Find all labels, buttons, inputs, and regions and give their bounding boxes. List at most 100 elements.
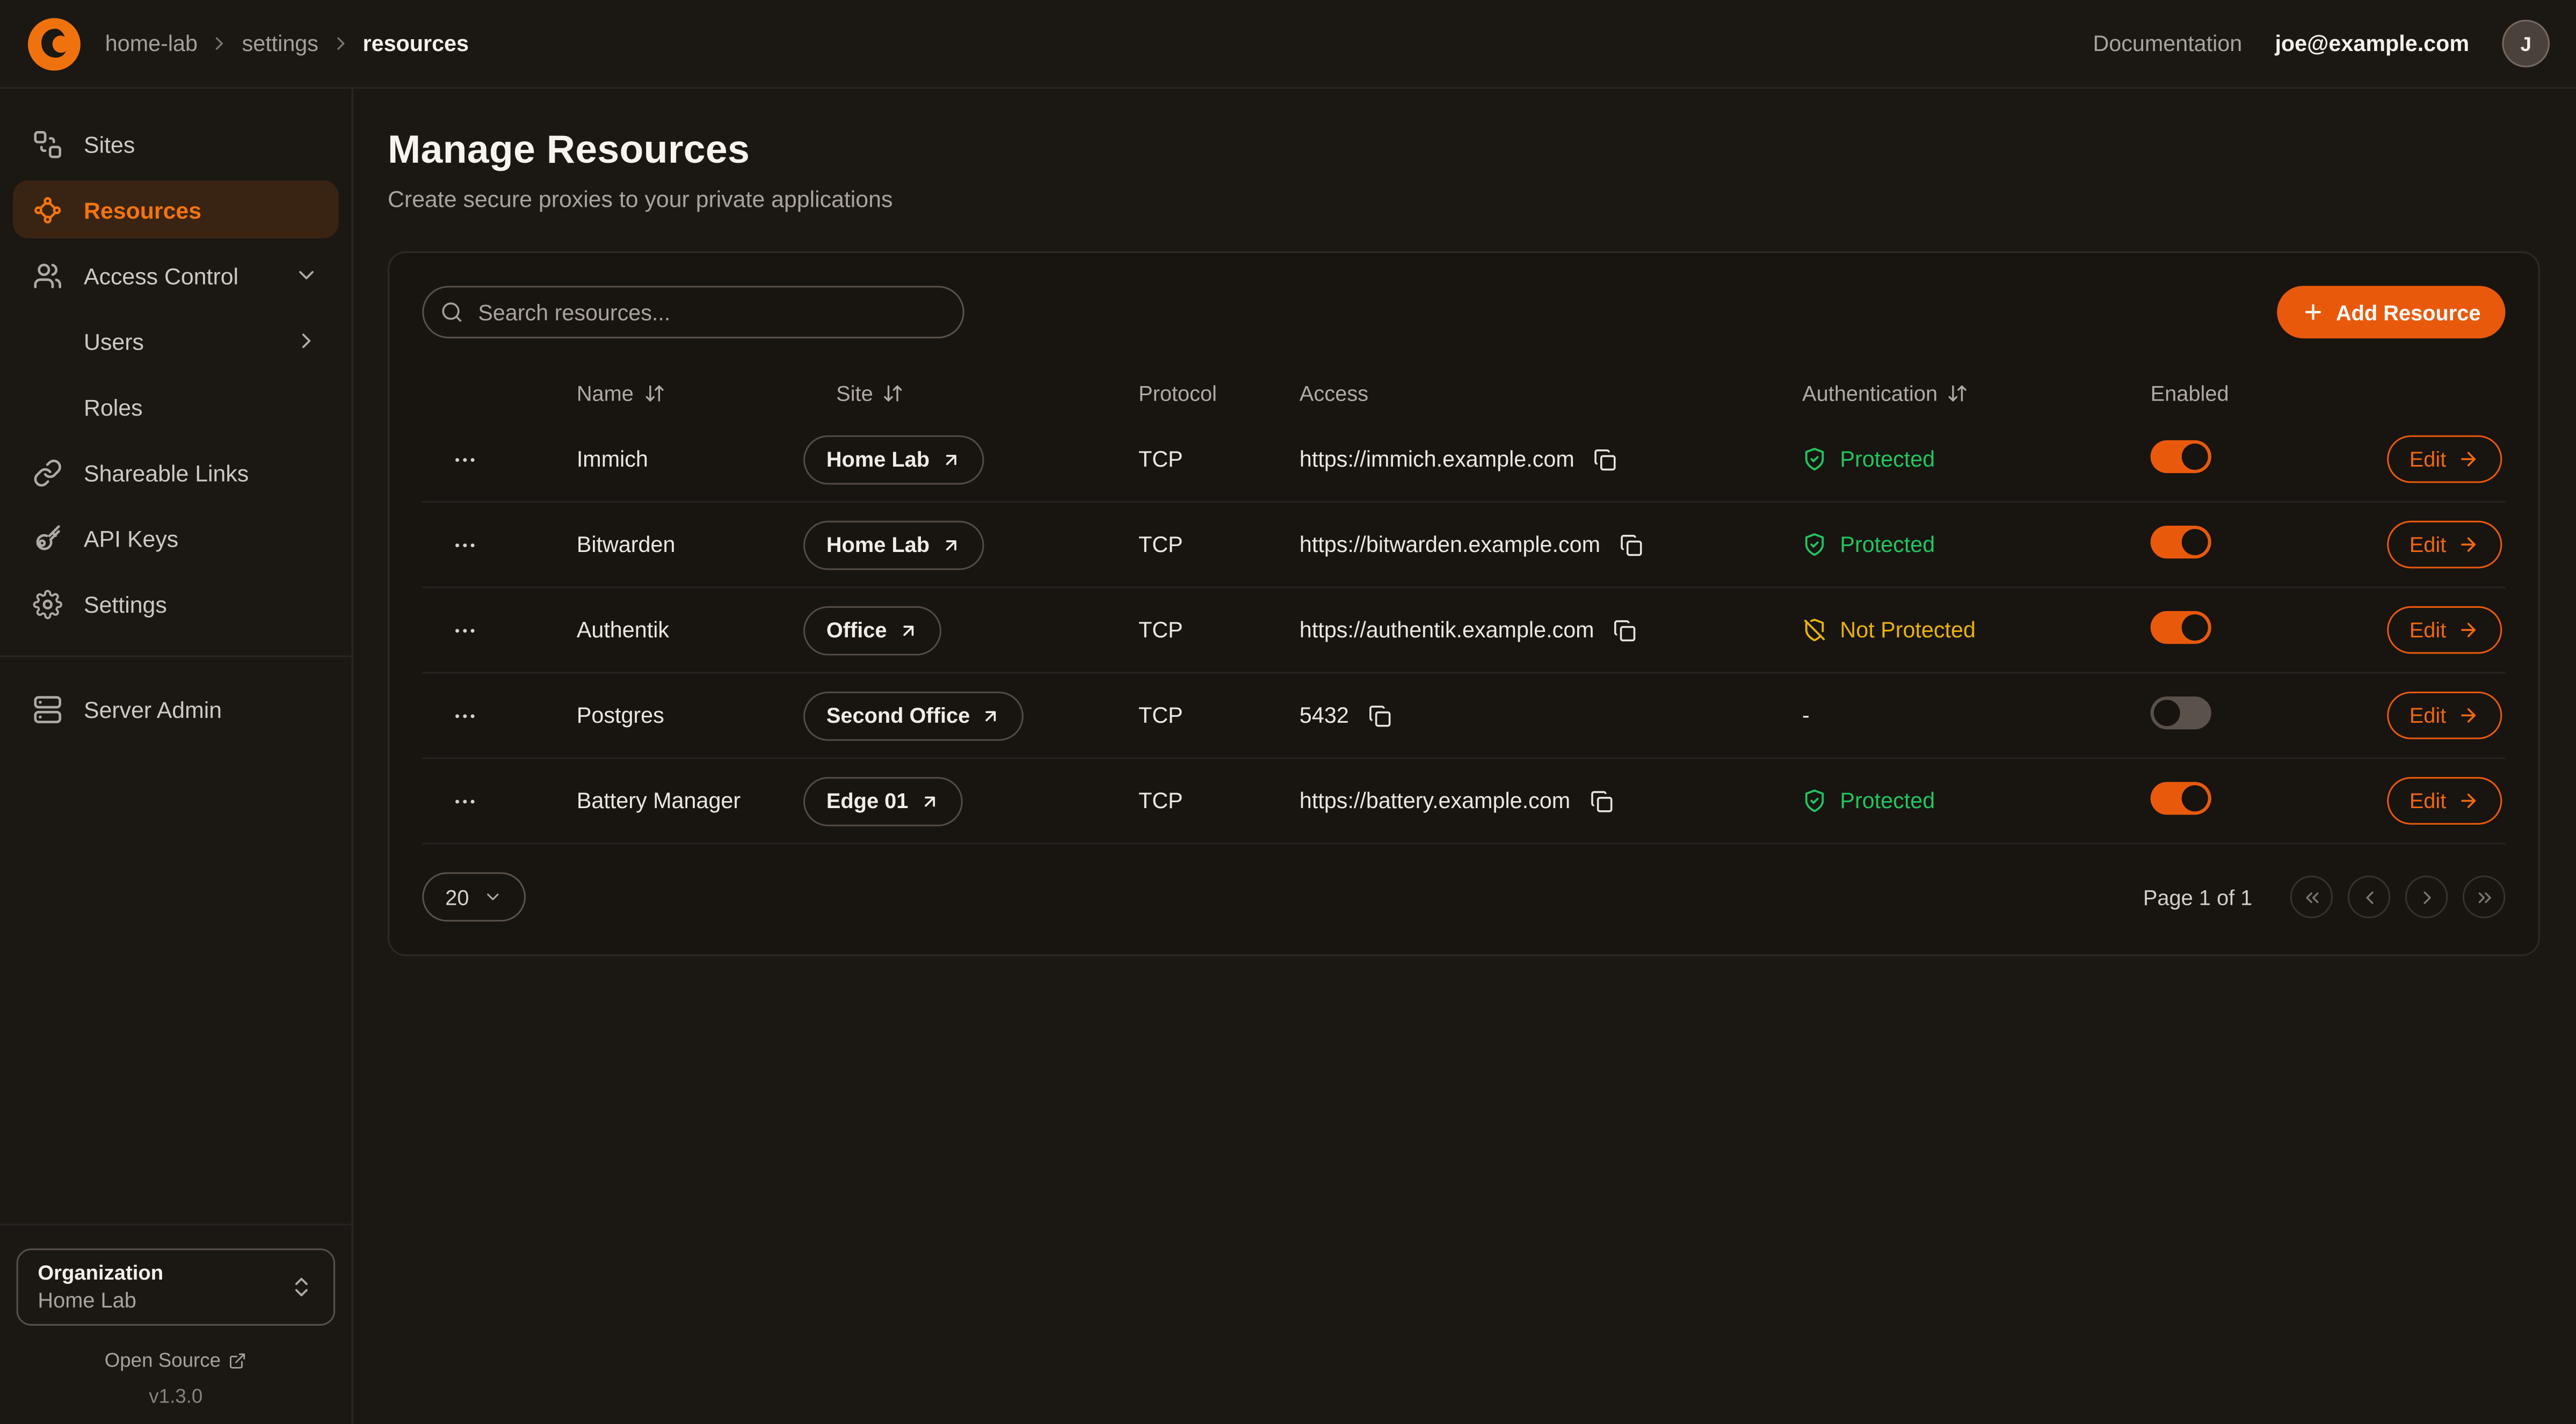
- sidebar-item-roles[interactable]: Roles: [13, 378, 338, 435]
- auth-status-label: Not Protected: [1840, 617, 1976, 642]
- chevron-right-icon: [294, 329, 319, 353]
- main-content: Manage Resources Create secure proxies t…: [353, 89, 2576, 1424]
- edit-label: Edit: [2410, 788, 2447, 813]
- edit-label: Edit: [2410, 617, 2447, 642]
- breadcrumb-settings[interactable]: settings: [242, 31, 318, 56]
- user-email[interactable]: joe@example.com: [2275, 31, 2469, 56]
- sidebar-item-users[interactable]: Users: [13, 312, 338, 369]
- column-label: Site: [836, 380, 873, 405]
- site-name: Edge 01: [826, 788, 909, 813]
- link-icon: [33, 457, 62, 487]
- copy-button[interactable]: [1587, 786, 1616, 816]
- site-link[interactable]: Second Office: [803, 691, 1024, 740]
- page-info: Page 1 of 1: [2143, 884, 2252, 909]
- search-icon: [440, 301, 463, 324]
- sidebar-item-settings[interactable]: Settings: [13, 575, 338, 633]
- edit-button[interactable]: Edit: [2386, 435, 2502, 483]
- resource-protocol: TCP: [1138, 447, 1300, 471]
- resource-access: https://immich.example.com: [1300, 447, 1574, 471]
- auth-status: Protected: [1802, 532, 2151, 557]
- site-link[interactable]: Home Lab: [803, 520, 984, 569]
- table-row: Authentik Office TCP https://authentik.e…: [422, 588, 2505, 673]
- page-title: Manage Resources: [388, 128, 2540, 175]
- sidebar-footer: Organization Home Lab Open Source v1.3.0: [0, 1224, 352, 1408]
- sidebar-item-api-keys[interactable]: API Keys: [13, 509, 338, 566]
- edit-button[interactable]: Edit: [2386, 521, 2502, 569]
- breadcrumb-org[interactable]: home-lab: [105, 31, 198, 56]
- shield-check-icon: [1802, 532, 1827, 557]
- auth-status: Protected: [1802, 788, 2151, 813]
- resource-name: Authentik: [577, 617, 803, 642]
- sidebar-item-shareable-links[interactable]: Shareable Links: [13, 444, 338, 501]
- chevron-down-icon: [294, 263, 319, 287]
- row-menu-button[interactable]: [442, 781, 498, 820]
- sidebar-item-label: Shareable Links: [84, 459, 249, 485]
- enabled-toggle[interactable]: [2151, 611, 2211, 644]
- row-menu-button[interactable]: [442, 525, 498, 564]
- chevrons-left-icon: [2301, 886, 2323, 907]
- column-label: Name: [577, 380, 634, 405]
- copy-icon: [1620, 533, 1643, 556]
- auth-status-label: Protected: [1840, 447, 1935, 471]
- edit-button[interactable]: Edit: [2386, 777, 2502, 825]
- site-link[interactable]: Office: [803, 605, 941, 655]
- copy-button[interactable]: [1591, 445, 1620, 474]
- resource-protocol: TCP: [1138, 703, 1300, 728]
- site-link[interactable]: Home Lab: [803, 434, 984, 484]
- ellipsis-icon: [452, 446, 478, 473]
- column-header-site[interactable]: Site: [803, 380, 1138, 405]
- resource-access: https://battery.example.com: [1300, 788, 1570, 813]
- column-header-name[interactable]: Name: [577, 380, 803, 405]
- first-page-button[interactable]: [2290, 876, 2333, 919]
- sidebar-item-label: Settings: [84, 591, 167, 617]
- version-label: v1.3.0: [17, 1385, 336, 1408]
- enabled-toggle[interactable]: [2151, 696, 2211, 729]
- column-label: Protocol: [1138, 380, 1217, 405]
- last-page-button[interactable]: [2463, 876, 2506, 919]
- copy-button[interactable]: [1617, 530, 1646, 560]
- arrow-up-right-icon: [898, 620, 918, 640]
- sidebar-item-server-admin[interactable]: Server Admin: [13, 680, 338, 738]
- open-source-link[interactable]: Open Source: [17, 1349, 336, 1372]
- edit-button[interactable]: Edit: [2386, 692, 2502, 739]
- row-menu-button[interactable]: [442, 439, 498, 478]
- copy-button[interactable]: [1610, 615, 1640, 645]
- ellipsis-icon: [452, 702, 478, 729]
- next-page-button[interactable]: [2405, 876, 2448, 919]
- ellipsis-icon: [452, 617, 478, 643]
- edit-button[interactable]: Edit: [2386, 606, 2502, 654]
- search-input[interactable]: [422, 286, 964, 338]
- sidebar-item-label: Access Control: [84, 262, 238, 288]
- enabled-toggle[interactable]: [2151, 782, 2211, 815]
- arrow-right-icon: [2458, 619, 2479, 641]
- sidebar-item-sites[interactable]: Sites: [13, 115, 338, 172]
- auth-status-label: -: [1802, 703, 1810, 728]
- ellipsis-icon: [452, 532, 478, 558]
- page-size-select[interactable]: 20: [422, 872, 526, 921]
- row-menu-button[interactable]: [442, 696, 498, 735]
- previous-page-button[interactable]: [2348, 876, 2391, 919]
- site-link[interactable]: Edge 01: [803, 776, 962, 826]
- resource-protocol: TCP: [1138, 617, 1300, 642]
- sidebar-item-resources[interactable]: Resources: [13, 181, 338, 238]
- edit-label: Edit: [2410, 703, 2447, 728]
- organization-selector[interactable]: Organization Home Lab: [17, 1248, 336, 1326]
- avatar[interactable]: J: [2502, 20, 2550, 68]
- resource-protocol: TCP: [1138, 532, 1300, 557]
- enabled-toggle[interactable]: [2151, 440, 2211, 473]
- copy-button[interactable]: [1365, 701, 1395, 730]
- documentation-link[interactable]: Documentation: [2093, 31, 2242, 56]
- column-header-authentication[interactable]: Authentication: [1802, 380, 2151, 405]
- sidebar-item-label: Server Admin: [84, 696, 222, 722]
- page-subtitle: Create secure proxies to your private ap…: [388, 186, 2540, 212]
- add-resource-label: Add Resource: [2336, 300, 2481, 324]
- sidebar-item-access-control[interactable]: Access Control: [13, 246, 338, 304]
- external-link-icon: [229, 1351, 247, 1369]
- resource-access: https://authentik.example.com: [1300, 617, 1594, 642]
- enabled-toggle[interactable]: [2151, 526, 2211, 558]
- row-menu-button[interactable]: [442, 611, 498, 650]
- server-icon: [33, 694, 62, 724]
- add-resource-button[interactable]: Add Resource: [2277, 286, 2506, 338]
- chevron-left-icon: [2359, 886, 2380, 907]
- page-size-value: 20: [445, 884, 469, 909]
